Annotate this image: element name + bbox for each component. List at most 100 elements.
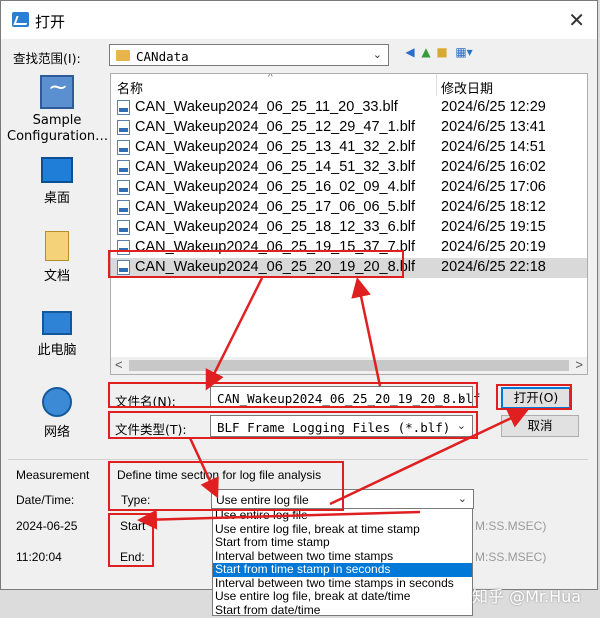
place-desktop[interactable]: 桌面 [7, 157, 107, 206]
close-icon[interactable]: ✕ [568, 8, 585, 32]
this-pc-icon [42, 311, 72, 335]
blf-file-icon [117, 260, 130, 275]
file-row[interactable]: CAN_Wakeup2024_06_25_17_06_06_5.blf 2024/… [111, 198, 587, 218]
type-select[interactable]: Use entire log file ⌄ [211, 489, 474, 509]
file-date: 2024/6/25 16:02 [441, 159, 546, 175]
type-option-highlighted[interactable]: Start from time stamp in seconds [213, 563, 472, 577]
end-format-hint: M:SS.MSEC) [475, 550, 547, 564]
file-date: 2024/6/25 19:15 [441, 219, 546, 235]
file-date: 2024/6/25 18:12 [441, 199, 546, 215]
place-label: 此电脑 [37, 343, 77, 358]
open-file-dialog: 打开 ✕ 查找范围(I): CANdata ⌄ ◀ ▲ ■ ▦▾ Sample … [0, 0, 598, 590]
blf-file-icon [117, 120, 130, 135]
documents-icon [45, 231, 69, 261]
filename-input[interactable]: CAN_Wakeup2024_06_25_20_19_20_8.blf ⌄ [210, 386, 480, 408]
place-network[interactable]: 网络 [7, 387, 107, 440]
file-date: 2024/6/25 14:51 [441, 139, 546, 155]
file-name: CAN_Wakeup2024_06_25_19_15_37_7.blf [135, 239, 416, 255]
type-option[interactable]: Use entire log file, break at time stamp [213, 522, 472, 537]
datetime-label: Date/Time: [16, 493, 75, 507]
places-bar: Sample Configuration… 桌面 文档 此电脑 网络 [7, 71, 109, 451]
file-row[interactable]: CAN_Wakeup2024_06_25_16_02_09_4.blf 2024/… [111, 178, 587, 198]
file-row[interactable]: CAN_Wakeup2024_06_25_14_51_32_3.blf 2024/… [111, 158, 587, 178]
back-icon[interactable]: ◀ [403, 45, 417, 59]
dialog-title: 打开 [35, 13, 66, 31]
blf-file-icon [117, 240, 130, 255]
place-label: 文档 [43, 269, 70, 284]
file-row[interactable]: CAN_Wakeup2024_06_25_19_15_37_7.blf 2024/… [111, 238, 587, 258]
file-date: 2024/6/25 20:19 [441, 239, 546, 255]
blf-file-icon [117, 220, 130, 235]
scroll-left-icon[interactable]: < [115, 357, 123, 372]
scroll-thumb[interactable] [129, 360, 569, 371]
file-name: CAN_Wakeup2024_06_25_17_06_06_5.blf [135, 199, 416, 215]
file-date: 2024/6/25 17:06 [441, 179, 546, 195]
type-option[interactable]: Use entire log file [213, 509, 472, 523]
place-label: 桌面 [43, 191, 70, 206]
view-menu-icon[interactable]: ▦▾ [453, 45, 475, 59]
folder-icon [116, 50, 130, 61]
file-name: CAN_Wakeup2024_06_25_20_19_20_8.blf [135, 259, 416, 275]
sort-ascending-icon: ^ [268, 73, 273, 83]
file-list[interactable]: ^ 名称 修改日期 CAN_Wakeup2024_06_25_11_20_33.… [110, 73, 588, 375]
measurement-title: Measurement [16, 468, 90, 482]
start-label: Start [120, 519, 146, 533]
column-header-date[interactable]: 修改日期 [441, 78, 493, 97]
type-dropdown-list[interactable]: Use entire log file Use entire log file,… [212, 508, 473, 616]
blf-file-icon [117, 160, 130, 175]
up-folder-icon[interactable]: ▲ [419, 45, 433, 59]
file-row[interactable]: CAN_Wakeup2024_06_25_11_20_33.blf 2024/6/… [111, 98, 587, 118]
file-name: CAN_Wakeup2024_06_25_16_02_09_4.blf [135, 179, 416, 195]
blf-file-icon [117, 100, 130, 115]
open-button[interactable]: 打开(O) [501, 387, 571, 409]
filetype-select[interactable]: BLF Frame Logging Files (*.blf) ⌄ [210, 415, 473, 437]
file-name: CAN_Wakeup2024_06_25_14_51_32_3.blf [135, 159, 416, 175]
file-name: CAN_Wakeup2024_06_25_11_20_33.blf [135, 99, 398, 115]
place-label: Sample Configuration… [7, 113, 109, 144]
file-date: 2024/6/25 12:29 [441, 99, 546, 115]
horizontal-scrollbar[interactable]: < > [111, 357, 587, 374]
column-divider[interactable] [436, 74, 437, 96]
place-sample-configuration[interactable]: Sample Configuration… [7, 73, 109, 145]
filename-label: 文件名(N): [115, 394, 176, 409]
file-row-selected[interactable]: CAN_Wakeup2024_06_25_20_19_20_8.blf 2024/… [111, 258, 587, 278]
blf-file-icon [117, 180, 130, 195]
lookin-value: CANdata [136, 49, 189, 64]
lookin-combo[interactable]: CANdata ⌄ [109, 44, 389, 66]
file-name: CAN_Wakeup2024_06_25_12_29_47_1.blf [135, 119, 416, 135]
new-folder-icon[interactable]: ■ [435, 45, 449, 59]
desktop-icon [41, 157, 73, 183]
chevron-down-icon: ⌄ [457, 492, 467, 505]
type-option[interactable]: Use entire log file, break at date/time [213, 590, 472, 604]
file-row[interactable]: CAN_Wakeup2024_06_25_13_41_32_2.blf 2024/… [111, 138, 587, 158]
watermark: 知乎 @Mr.Hua [472, 587, 582, 606]
column-header-name[interactable]: 名称 [117, 78, 143, 97]
file-date: 2024/6/25 22:18 [441, 259, 546, 275]
place-documents[interactable]: 文档 [7, 231, 107, 284]
type-option[interactable]: Interval between two time stamps [213, 549, 472, 564]
place-label: 网络 [43, 425, 70, 440]
app-icon [12, 12, 29, 27]
end-label: End: [120, 550, 145, 564]
file-row[interactable]: CAN_Wakeup2024_06_25_18_12_33_6.blf 2024/… [111, 218, 587, 238]
start-format-hint: M:SS.MSEC) [475, 519, 547, 533]
type-option[interactable]: Start from time stamp [213, 536, 472, 550]
place-this-pc[interactable]: 此电脑 [7, 311, 107, 358]
chevron-down-icon: ⌄ [456, 390, 466, 403]
type-option[interactable]: Start from date/time [213, 603, 472, 618]
file-name: CAN_Wakeup2024_06_25_13_41_32_2.blf [135, 139, 416, 155]
type-option[interactable]: Interval between two time stamps in seco… [213, 576, 472, 591]
blf-file-icon [117, 200, 130, 215]
file-date: 2024/6/25 13:41 [441, 119, 546, 135]
file-row[interactable]: CAN_Wakeup2024_06_25_12_29_47_1.blf 2024/… [111, 118, 587, 138]
timesection-title: Define time section for log file analysi… [117, 468, 322, 482]
cancel-button[interactable]: 取消 [501, 415, 579, 437]
lookin-label: 查找范围(I): [13, 51, 81, 66]
scroll-right-icon[interactable]: > [575, 357, 583, 372]
filename-value: CAN_Wakeup2024_06_25_20_19_20_8.blf [217, 391, 481, 406]
title-bar: 打开 ✕ [1, 1, 597, 39]
type-label: Type: [121, 493, 151, 507]
chevron-down-icon: ⌄ [456, 419, 466, 432]
filetype-label: 文件类型(T): [115, 422, 187, 437]
filetype-value: BLF Frame Logging Files (*.blf) [217, 420, 451, 435]
